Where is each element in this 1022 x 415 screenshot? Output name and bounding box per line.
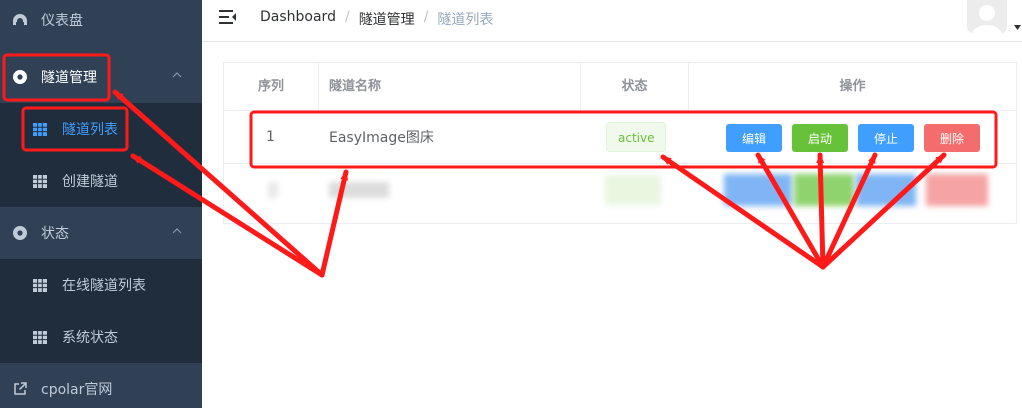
chevron-up-icon	[172, 228, 182, 234]
sidebar-item-label: 隧道管理	[41, 70, 97, 86]
main-content: 序列 隧道名称 状态 操作 1 EasyImage图床 active 编辑 启动…	[202, 42, 1022, 408]
hamburger-icon[interactable]	[219, 9, 237, 25]
table-header: 序列 隧道名称 状态 操作	[224, 63, 1016, 111]
sidebar-item-label: 仪表盘	[41, 13, 83, 29]
column-header-index: 序列	[224, 63, 319, 110]
breadcrumb-separator: /	[423, 9, 429, 25]
table-row-blurred	[224, 164, 1016, 219]
breadcrumb: Dashboard / 隧道管理 / 隧道列表	[260, 9, 493, 29]
avatar[interactable]	[967, 0, 1007, 34]
breadcrumb-tunnel-mgmt[interactable]: 隧道管理	[359, 9, 415, 29]
grid-icon	[32, 277, 48, 293]
grid-icon	[32, 173, 48, 189]
sidebar-item-online-tunnels[interactable]: 在线隧道列表	[0, 259, 202, 311]
compass-icon	[12, 69, 28, 85]
sidebar-item-cpolar-site[interactable]: cpolar官网	[0, 363, 202, 415]
sidebar-item-status[interactable]: 状态	[0, 207, 202, 259]
external-link-icon	[12, 381, 28, 397]
start-button[interactable]: 启动	[792, 124, 848, 152]
sidebar-item-create-tunnel[interactable]: 创建隧道	[0, 155, 202, 207]
breadcrumb-dashboard[interactable]: Dashboard	[260, 9, 336, 29]
delete-button[interactable]: 删除	[924, 124, 980, 152]
breadcrumb-separator: /	[344, 9, 350, 25]
blurred-button	[926, 174, 988, 206]
column-header-name: 隧道名称	[319, 63, 581, 110]
sidebar-item-dashboard[interactable]: 仪表盘	[0, 0, 202, 46]
table-row: 1 EasyImage图床 active 编辑 启动 停止 删除	[224, 111, 1016, 164]
sidebar-item-tunnel-list[interactable]: 隧道列表	[0, 103, 202, 155]
sidebar-item-label: 在线隧道列表	[62, 278, 146, 294]
sidebar-item-system-status[interactable]: 系统状态	[0, 311, 202, 363]
stop-button[interactable]: 停止	[858, 124, 914, 152]
column-header-status: 状态	[581, 63, 689, 110]
blurred-button	[794, 174, 854, 206]
blurred-button	[724, 174, 792, 206]
caret-down-icon[interactable]	[1014, 25, 1021, 30]
sidebar-item-label: 隧道列表	[62, 122, 118, 138]
user-silhouette-icon	[967, 0, 1007, 34]
chevron-up-icon	[172, 72, 182, 78]
row-index: 1	[266, 129, 275, 145]
blurred-name	[329, 182, 389, 198]
sidebar-item-label: 创建隧道	[62, 174, 118, 190]
column-header-actions: 操作	[839, 79, 866, 94]
blurred-button	[856, 174, 916, 206]
tunnel-table: 序列 隧道名称 状态 操作 1 EasyImage图床 active 编辑 启动…	[223, 62, 1017, 224]
blurred-status	[605, 175, 661, 205]
grid-icon	[32, 329, 48, 345]
status-badge: active	[606, 122, 667, 152]
row-tunnel-name: EasyImage图床	[329, 130, 434, 146]
sidebar-item-label: cpolar官网	[41, 382, 113, 398]
sidebar: 仪表盘 隧道管理 隧道列表 创建隧道 状态 在线隧道列表 系统状态 cpolar…	[0, 0, 202, 408]
dashboard-icon	[12, 12, 28, 28]
blurred-index	[268, 182, 278, 198]
sidebar-item-label: 状态	[41, 226, 69, 242]
breadcrumb-tunnel-list: 隧道列表	[437, 12, 494, 28]
sidebar-item-tunnel-mgmt[interactable]: 隧道管理	[0, 51, 202, 103]
edit-button[interactable]: 编辑	[726, 124, 782, 152]
compass-icon	[12, 225, 28, 241]
sidebar-item-label: 系统状态	[62, 330, 118, 346]
navbar: Dashboard / 隧道管理 / 隧道列表	[202, 0, 1022, 42]
grid-icon	[32, 121, 48, 137]
